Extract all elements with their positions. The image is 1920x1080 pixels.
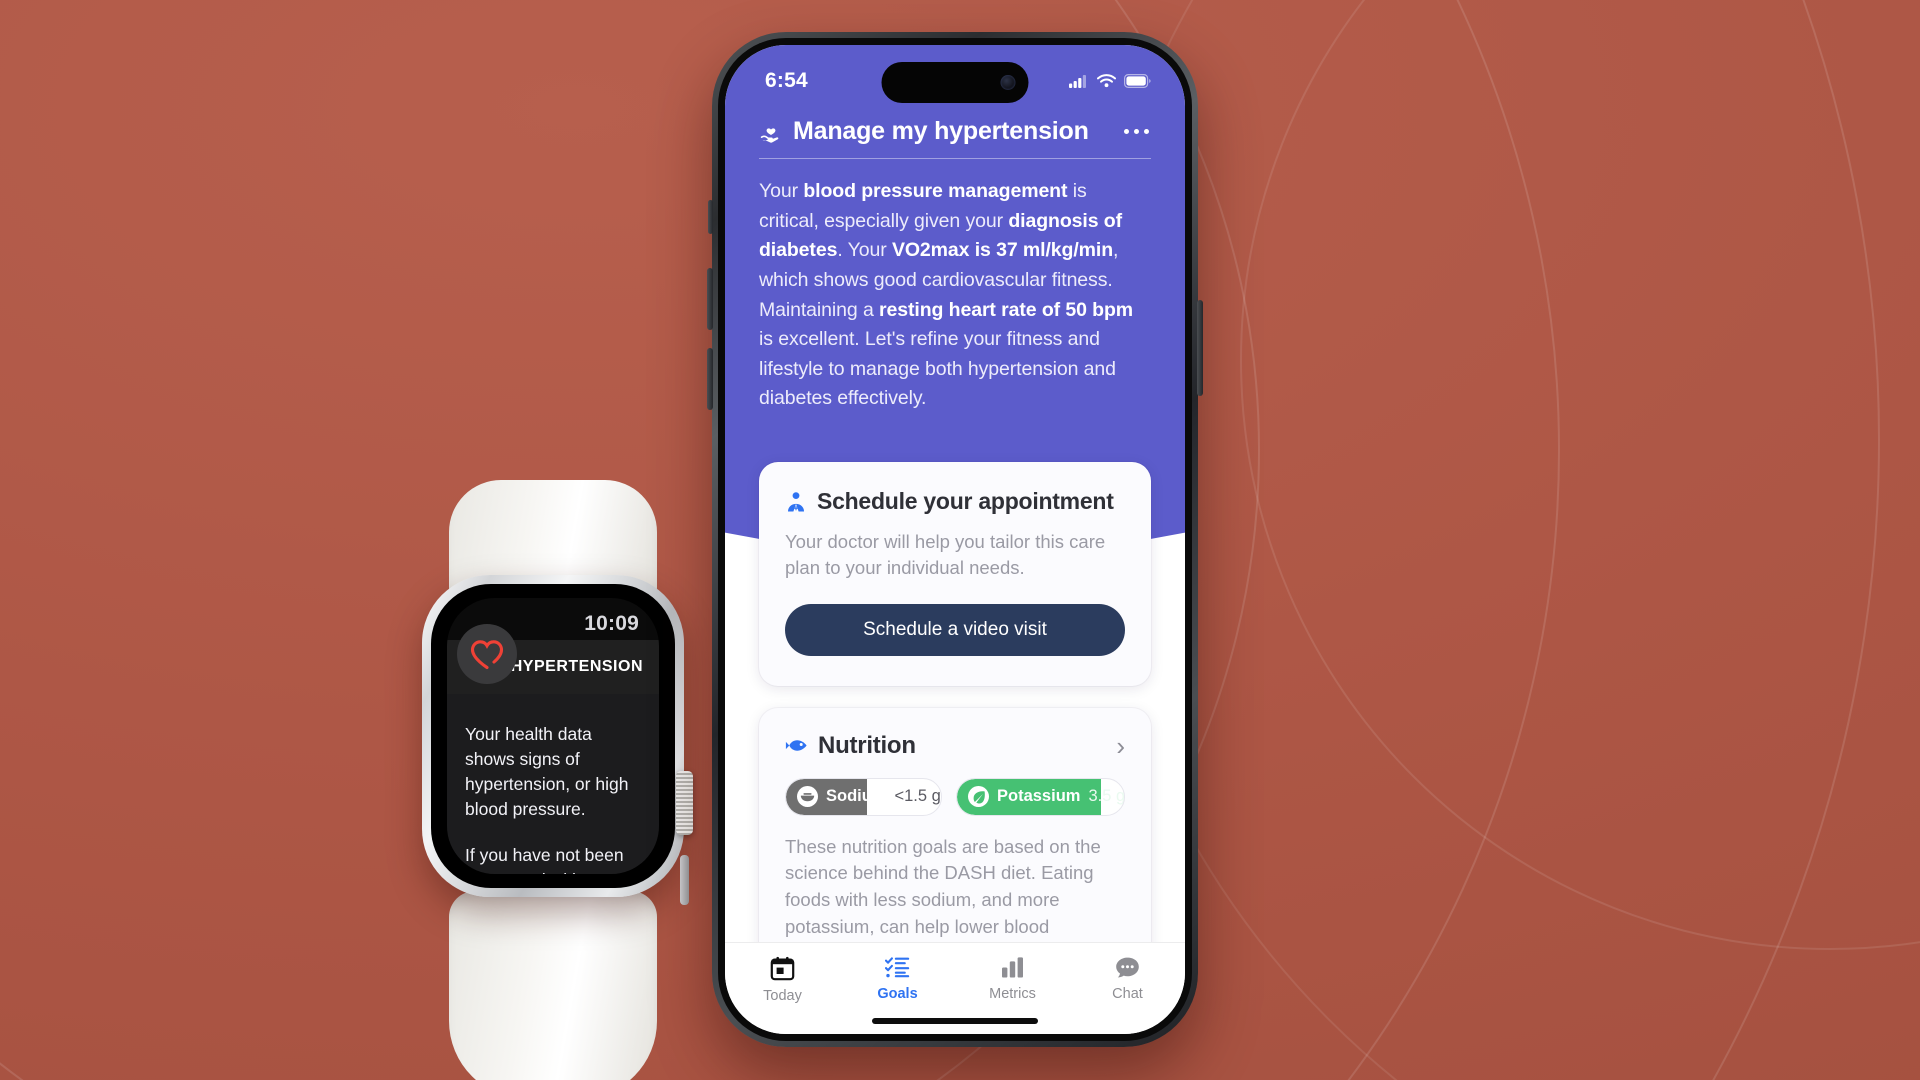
dynamic-island — [881, 62, 1029, 103]
watch-side-button[interactable] — [680, 855, 689, 905]
barchart-icon — [1002, 957, 1023, 978]
hero-title-row: Manage my hypertension — [759, 103, 1151, 158]
hero-paragraph: Your blood pressure management is critic… — [759, 180, 1134, 410]
chat-icon — [1116, 957, 1139, 978]
tab-today[interactable]: Today — [725, 943, 840, 1034]
page-title: Manage my hypertension — [793, 117, 1089, 145]
calendar-icon — [770, 956, 795, 981]
tab-chat[interactable]: Chat — [1070, 943, 1185, 1034]
schedule-video-visit-button[interactable]: Schedule a video visit — [785, 603, 1125, 656]
watch-notification: 10:09 HYPERTENSION Your health data show… — [447, 598, 659, 874]
silent-switch[interactable] — [708, 200, 713, 234]
checklist-icon — [885, 957, 910, 978]
volume-down-button[interactable] — [707, 348, 713, 410]
watch-notification-body: Your health data shows signs of hyperten… — [447, 694, 659, 874]
wifi-icon — [1097, 74, 1116, 88]
chevron-right-icon[interactable]: › — [1116, 733, 1125, 759]
phone-screen: 6:54 Manage my hypertension Your blood p… — [725, 45, 1185, 1034]
tab-metrics-label: Metrics — [989, 986, 1036, 1002]
nutrition-card-title: Nutrition — [818, 731, 916, 759]
leaf-icon — [968, 786, 989, 808]
watch-paragraph-1: Your health data shows signs of hyperten… — [465, 724, 629, 819]
nutrition-card-description: These nutrition goals are based on the s… — [785, 835, 1101, 937]
more-options-icon[interactable] — [1122, 121, 1151, 142]
cellular-signal-icon — [1069, 75, 1086, 88]
watch-strap-bottom — [449, 891, 657, 1080]
content-scroll-area[interactable]: Manage my hypertension Your blood pressu… — [725, 103, 1185, 942]
watch-screen: 10:09 HYPERTENSION Your health data show… — [431, 584, 675, 888]
tab-today-label: Today — [763, 988, 802, 1004]
watch-case: 10:09 HYPERTENSION Your health data show… — [422, 575, 693, 905]
hero-divider — [759, 158, 1151, 159]
background-arc-4 — [1240, 0, 1920, 950]
nutrition-header-left: Nutrition — [785, 732, 916, 760]
appointment-card-header: Schedule your appointment — [785, 488, 1125, 515]
volume-up-button[interactable] — [707, 268, 713, 330]
status-time: 6:54 — [765, 69, 808, 92]
watch-app-title: HYPERTENSION — [510, 658, 643, 675]
fish-icon — [785, 740, 807, 751]
doctor-icon — [788, 491, 804, 511]
sodium-label: Sodium — [826, 787, 887, 806]
digital-crown[interactable] — [676, 771, 693, 835]
heart-icon — [457, 624, 517, 684]
potassium-value: 3.5 g — [1088, 787, 1125, 806]
tab-goals-label: Goals — [877, 986, 918, 1002]
status-icons — [1069, 74, 1151, 88]
nutrition-goal-pill-sodium[interactable]: Sodium <1.5 g — [785, 777, 942, 816]
watch-paragraph-2: If you have not been diagnosed with hype… — [465, 845, 624, 874]
phone-bezel: 6:54 Manage my hypertension Your blood p… — [718, 38, 1192, 1041]
potassium-pill-body: Potassium 3.5 g — [957, 786, 1125, 808]
watch-status-time: 10:09 — [584, 612, 639, 635]
background-arc-5 — [1080, 0, 1920, 1080]
tab-chat-label: Chat — [1112, 986, 1143, 1002]
home-indicator[interactable] — [872, 1018, 1038, 1024]
appointment-card: Schedule your appointment Your doctor wi… — [759, 462, 1151, 686]
screenshot-canvas: 10:09 HYPERTENSION Your health data show… — [0, 0, 1920, 1080]
front-camera-icon — [1000, 75, 1016, 90]
appointment-card-subtitle: Your doctor will help you tailor this ca… — [785, 531, 1106, 579]
appointment-card-title: Schedule your appointment — [817, 488, 1114, 514]
hand-heart-icon — [760, 127, 779, 143]
sodium-pill-body: Sodium <1.5 g — [786, 786, 941, 808]
iphone-device: 6:54 Manage my hypertension Your blood p… — [707, 32, 1203, 1047]
nutrition-card-header[interactable]: Nutrition › — [785, 732, 1125, 760]
nutrition-goal-pill-potassium[interactable]: Potassium 3.5 g — [956, 777, 1125, 816]
power-button[interactable] — [1197, 300, 1203, 396]
hero-content: Manage my hypertension Your blood pressu… — [725, 103, 1185, 414]
nutrition-card: Nutrition › Sodium <1.5 g Potassium 3.5 … — [759, 707, 1151, 942]
hero-title: Manage my hypertension — [759, 117, 1089, 146]
sodium-value: <1.5 g — [894, 787, 941, 806]
potassium-label: Potassium — [997, 787, 1081, 806]
apple-watch-device: 10:09 HYPERTENSION Your health data show… — [388, 480, 718, 1080]
salt-bowl-icon — [797, 786, 818, 808]
battery-icon — [1124, 74, 1151, 88]
nutrition-goal-pills: Sodium <1.5 g Potassium 3.5 g — [785, 777, 1125, 816]
